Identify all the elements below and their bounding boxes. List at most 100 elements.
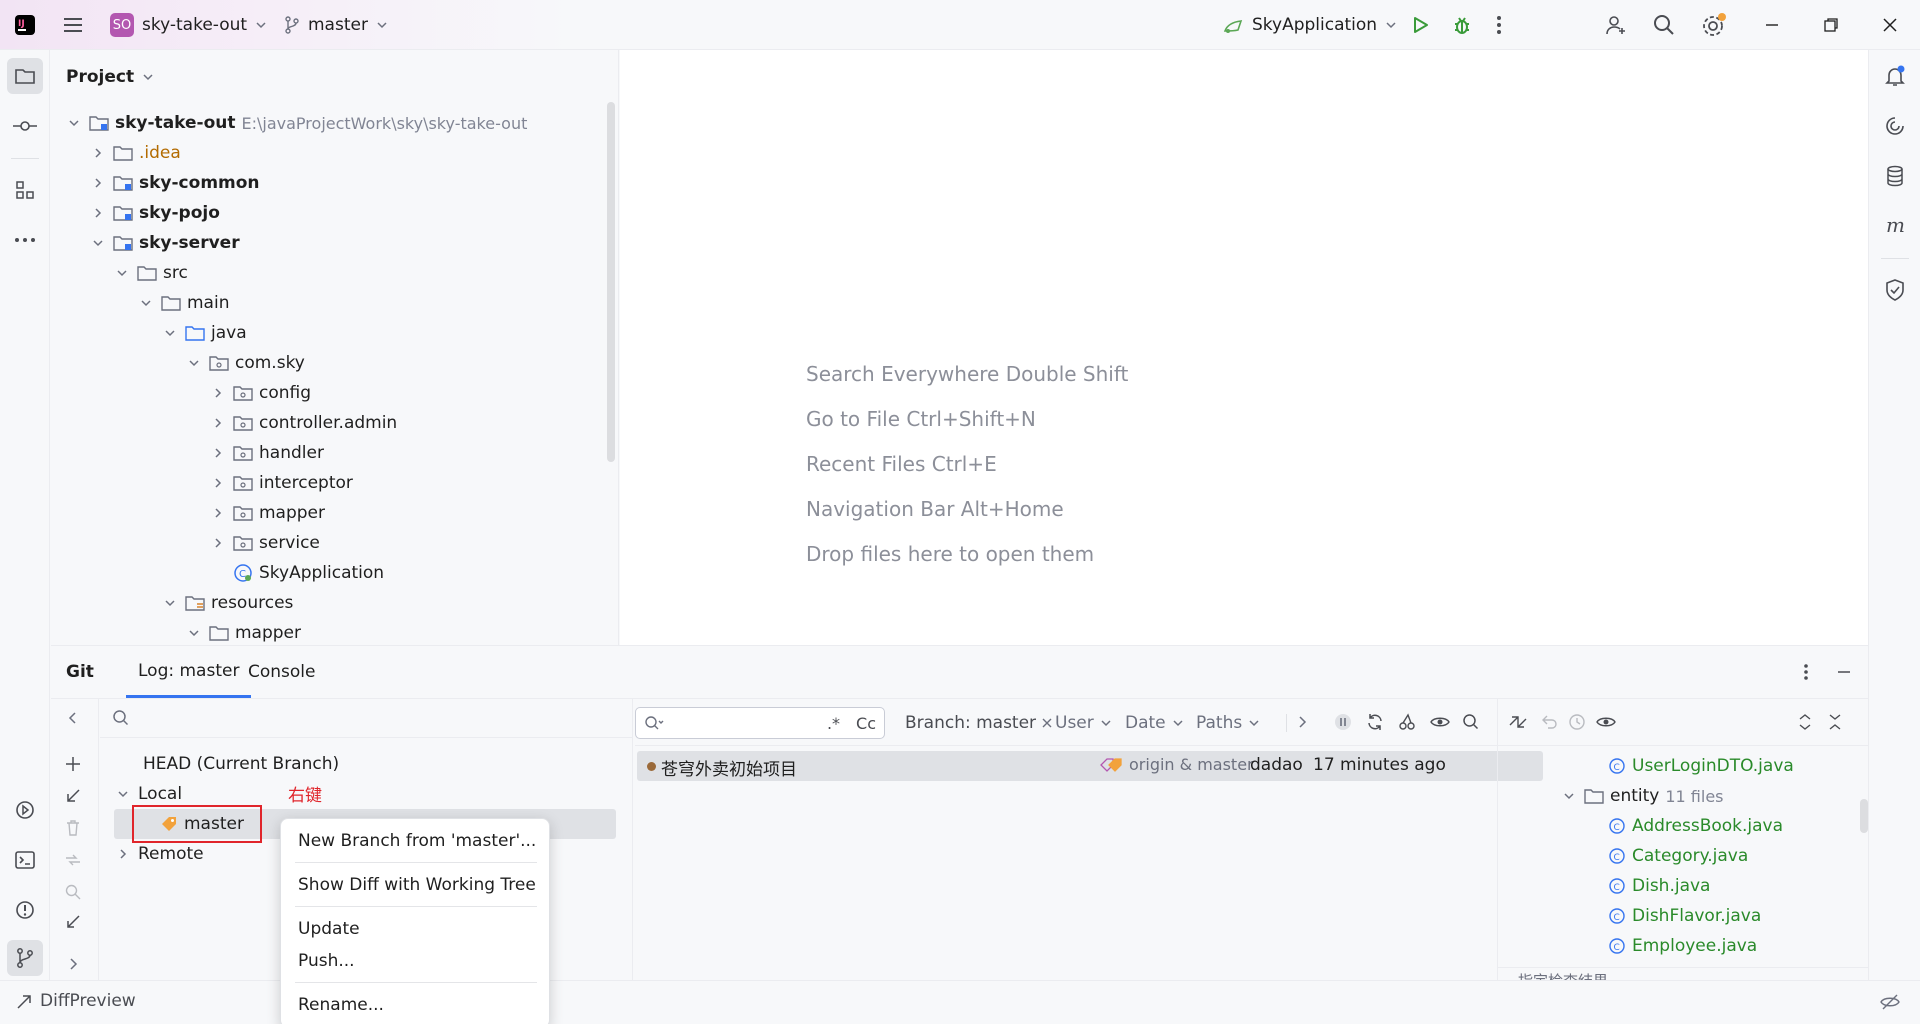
tab-log-master[interactable]: Log: master — [126, 646, 252, 698]
chevron-down-icon[interactable] — [113, 264, 131, 282]
chevron-right-icon[interactable] — [89, 204, 107, 222]
more-actions-icon[interactable] — [1496, 0, 1502, 50]
branch-head[interactable]: HEAD (Current Branch) — [143, 749, 339, 779]
tree-item-root[interactable]: sky-take-out E:\javaProjectWork\sky\sky-… — [65, 108, 527, 138]
chevron-down-icon[interactable] — [1560, 787, 1578, 805]
view-options-icon[interactable] — [1430, 713, 1450, 731]
settings-icon[interactable] — [1701, 0, 1727, 50]
paths-filter[interactable]: Paths — [1196, 707, 1260, 739]
chevron-down-icon[interactable] — [185, 354, 203, 372]
tree-item-main[interactable]: main — [137, 288, 229, 318]
collapse-arrows-icon[interactable] — [1508, 713, 1528, 731]
chevron-right-icon[interactable] — [209, 474, 227, 492]
collapse-left-icon[interactable] — [66, 711, 80, 725]
project-panel-header[interactable]: Project — [66, 62, 154, 92]
database-icon[interactable] — [1877, 158, 1913, 194]
chevron-down-icon[interactable] — [185, 624, 203, 642]
user-filter[interactable]: User — [1055, 707, 1112, 739]
tree-item-resources-mapper[interactable]: mapper — [185, 618, 301, 648]
branch-group-remote[interactable]: Remote — [114, 839, 204, 869]
tree-item-idea[interactable]: .idea — [89, 138, 181, 168]
file-item[interactable]: C AddressBook.java — [1608, 811, 1783, 841]
menu-rename[interactable]: Rename... — [298, 991, 384, 1019]
chevron-right-icon[interactable] — [89, 174, 107, 192]
run-button[interactable] — [1410, 0, 1430, 50]
tab-git[interactable]: Git — [66, 646, 94, 698]
tree-item-java[interactable]: java — [161, 318, 247, 348]
chevron-down-icon[interactable] — [89, 234, 107, 252]
more-tools-icon[interactable] — [7, 222, 43, 258]
folder-item-entity[interactable]: entity 11 files — [1560, 781, 1724, 811]
chevron-down-icon[interactable] — [137, 294, 155, 312]
close-icon[interactable] — [1882, 0, 1898, 50]
notifications-icon[interactable] — [1877, 58, 1913, 94]
ai-assistant-icon[interactable] — [1877, 108, 1913, 144]
search-icon[interactable] — [1653, 0, 1675, 50]
run-config-selector[interactable]: SkyApplication — [1222, 0, 1397, 50]
structure-tool-icon[interactable] — [7, 172, 43, 208]
tree-item-skyapplication[interactable]: C SkyApplication — [233, 558, 384, 588]
tree-item-src[interactable]: src — [113, 258, 188, 288]
case-toggle[interactable]: Cc — [856, 714, 876, 733]
chevron-right-icon[interactable] — [209, 534, 227, 552]
branch-search-icon[interactable] — [112, 709, 130, 727]
hide-panel-icon[interactable] — [1836, 646, 1852, 698]
terminal-tool-icon[interactable] — [7, 842, 43, 878]
chevron-down-icon[interactable] — [161, 594, 179, 612]
chevron-down-icon[interactable] — [114, 785, 132, 803]
checkout-icon[interactable] — [64, 787, 82, 805]
commit-tool-icon[interactable] — [7, 108, 43, 144]
file-item[interactable]: C UserLoginDTO.java — [1608, 751, 1794, 781]
revert-icon[interactable] — [1540, 713, 1558, 731]
file-item[interactable]: C Category.java — [1608, 841, 1748, 871]
collapse-all-icon[interactable] — [1828, 713, 1842, 731]
tab-console[interactable]: Console — [248, 646, 316, 698]
menu-show-diff[interactable]: Show Diff with Working Tree — [298, 871, 536, 899]
history-icon[interactable] — [1568, 713, 1586, 731]
chevron-right-icon[interactable] — [209, 384, 227, 402]
menu-push[interactable]: Push... — [298, 947, 355, 975]
debug-button[interactable] — [1451, 0, 1473, 50]
branch-switcher[interactable]: master — [284, 0, 388, 50]
expand-right-icon[interactable] — [66, 957, 80, 971]
branch-local-master[interactable]: master — [160, 809, 244, 839]
tree-item-controller-admin[interactable]: controller.admin — [209, 408, 397, 438]
chevron-right-icon[interactable] — [209, 504, 227, 522]
tree-item-com-sky[interactable]: com.sky — [185, 348, 305, 378]
chevron-right-icon[interactable] — [114, 845, 132, 863]
pause-icon[interactable] — [1334, 713, 1352, 731]
add-user-icon[interactable] — [1604, 0, 1628, 50]
tree-item-resources[interactable]: resources — [161, 588, 293, 618]
chevron-right-icon[interactable] — [209, 444, 227, 462]
main-menu-icon[interactable] — [62, 0, 84, 50]
search-log-icon[interactable] — [1462, 713, 1480, 731]
delete-branch-icon[interactable] — [64, 819, 82, 837]
regex-toggle[interactable]: .* — [827, 714, 840, 733]
file-item[interactable]: C DishFlavor.java — [1608, 901, 1761, 931]
log-search-input[interactable]: .* Cc — [635, 707, 885, 739]
refresh-icon[interactable] — [1366, 713, 1384, 731]
menu-update[interactable]: Update — [298, 915, 360, 943]
expand-all-icon[interactable] — [1798, 713, 1812, 731]
commit-row[interactable]: 苍穹外卖初始项目 origin & master dadao 17 minute… — [637, 751, 1543, 781]
chevron-down-icon[interactable] — [161, 324, 179, 342]
close-icon[interactable] — [1042, 718, 1052, 728]
search-branch-icon[interactable] — [64, 883, 82, 901]
git-options-icon[interactable] — [1803, 646, 1809, 698]
maven-icon[interactable]: m — [1877, 208, 1913, 244]
git-tool-icon[interactable] — [7, 940, 43, 976]
diff-preview-item[interactable]: DiffPreview — [16, 991, 136, 1011]
security-shield-icon[interactable] — [1877, 272, 1913, 308]
restore-icon[interactable] — [1823, 0, 1839, 50]
tree-item-config[interactable]: config — [209, 378, 311, 408]
tree-item-handler[interactable]: handler — [209, 438, 324, 468]
menu-new-branch[interactable]: New Branch from 'master'... — [298, 827, 536, 855]
branch-filter[interactable]: Branch: master — [905, 707, 1052, 739]
app-logo-icon[interactable]: IJ — [14, 0, 36, 50]
tree-item-sky-common[interactable]: sky-common — [89, 168, 260, 198]
file-item[interactable]: C Dish.java — [1608, 871, 1710, 901]
preview-eye-icon[interactable] — [1596, 713, 1616, 731]
project-scrollbar[interactable] — [607, 102, 615, 462]
files-scrollbar[interactable] — [1860, 799, 1868, 833]
minimize-icon[interactable] — [1764, 0, 1780, 50]
